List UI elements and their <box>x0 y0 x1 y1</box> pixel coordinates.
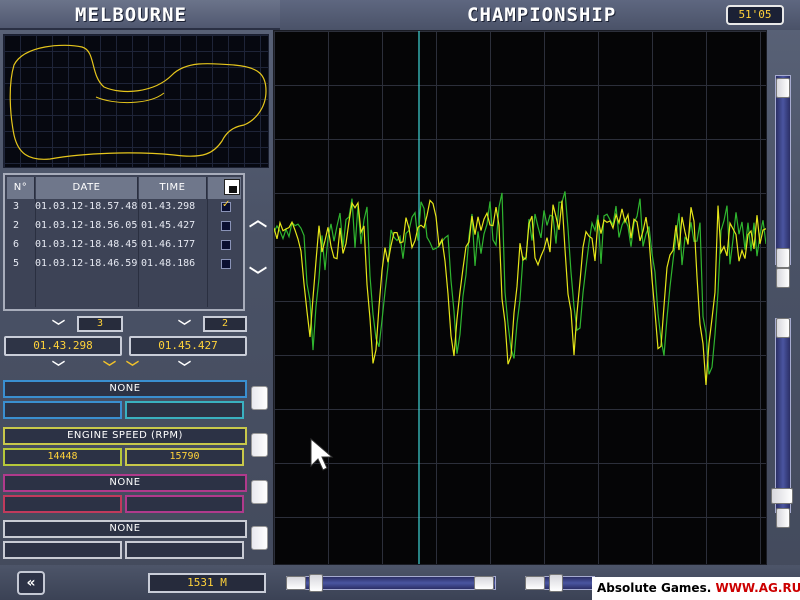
channel-2-min: 14448 <box>3 448 122 466</box>
mode-title: CHAMPIONSHIP <box>467 4 617 26</box>
col-number: N° <box>7 177 35 199</box>
channel-2-button[interactable] <box>251 433 268 457</box>
chevron-down-icon[interactable]: ﹀ <box>249 262 267 288</box>
lap-table: N° DATE TIME 3 01.03.12-18.57.48 01.43.2… <box>3 173 245 311</box>
lap-row[interactable]: 5 01.03.12-18.46.59 01.48.186 <box>5 256 243 275</box>
vertical-scrollbar-bottom[interactable] <box>775 318 791 513</box>
scroll-knob[interactable] <box>525 576 545 590</box>
trace-lap-b <box>274 191 766 375</box>
scroll-knob[interactable] <box>776 508 790 528</box>
lap-checkbox[interactable] <box>221 240 231 250</box>
lap-date: 01.03.12-18.56.05 <box>35 220 138 231</box>
telemetry-traces <box>274 31 766 564</box>
channel-1-max <box>125 401 244 419</box>
chevron-down-icon[interactable]: ﹀ <box>52 357 65 376</box>
scroll-knob[interactable] <box>474 576 494 590</box>
channel-1-button[interactable] <box>251 386 268 410</box>
channel-3-select[interactable]: NONE <box>3 474 247 492</box>
lap-b-time: 01.45.427 <box>129 336 247 356</box>
channel-3-min <box>3 495 122 513</box>
lap-number: 6 <box>13 239 20 250</box>
scroll-knob[interactable] <box>776 78 790 98</box>
channel-4-max <box>125 541 244 559</box>
channel-1-min <box>3 401 122 419</box>
track-outline <box>9 44 267 160</box>
chevron-down-icon[interactable]: ﹀ <box>178 357 191 376</box>
scroll-knob[interactable] <box>286 576 306 590</box>
scroll-knob[interactable] <box>776 248 790 268</box>
scroll-knob[interactable] <box>776 318 790 338</box>
lap-b-select[interactable]: 2 <box>203 316 247 332</box>
col-date: DATE <box>36 177 138 199</box>
lap-checkbox[interactable] <box>221 259 231 269</box>
lap-number: 5 <box>13 258 20 269</box>
channel-1-select[interactable]: NONE <box>3 380 247 398</box>
scroll-knob[interactable] <box>549 574 563 592</box>
channel-3-button[interactable] <box>251 480 268 504</box>
lap-time: 01.46.177 <box>141 239 196 250</box>
lap-time: 01.45.427 <box>141 220 196 231</box>
lap-date: 01.03.12-18.57.48 <box>35 201 138 212</box>
vertical-scrollbar-top[interactable] <box>775 75 791 265</box>
watermark-url: WWW.AG.RU <box>715 581 800 595</box>
lap-checkbox[interactable] <box>221 221 231 231</box>
scroll-knob[interactable] <box>309 574 323 592</box>
lap-row[interactable]: 3 01.03.12-18.57.48 01.43.298 <box>5 199 243 218</box>
chevron-up-icon[interactable]: ︿ <box>249 206 267 232</box>
track-name: MELBOURNE <box>75 4 187 26</box>
lap-date: 01.03.12-18.46.59 <box>35 258 138 269</box>
lap-time: 01.43.298 <box>141 201 196 212</box>
telemetry-graph[interactable] <box>273 30 767 565</box>
lap-a-dropdown-icon[interactable]: ﹀ <box>52 316 65 335</box>
channel-4-min <box>3 541 122 559</box>
lap-date: 01.03.12-18.48.45 <box>35 239 138 250</box>
lap-number: 2 <box>13 220 20 231</box>
lap-number: 3 <box>13 201 20 212</box>
lap-row[interactable]: 6 01.03.12-18.48.45 01.46.177 <box>5 237 243 256</box>
distance-readout: 1531 M <box>148 573 266 593</box>
session-timer: 51'05 <box>726 5 784 25</box>
lap-row[interactable]: 2 01.03.12-18.56.05 01.45.427 <box>5 218 243 237</box>
col-time: TIME <box>139 177 207 199</box>
double-chevron-left-icon[interactable]: « <box>17 571 45 595</box>
mouse-cursor-icon <box>310 438 334 471</box>
scroll-knob[interactable] <box>771 488 793 504</box>
lap-a-select[interactable]: 3 <box>77 316 123 332</box>
chevron-down-icon[interactable]: ﹀ <box>103 357 116 376</box>
lap-b-dropdown-icon[interactable]: ﹀ <box>178 316 191 335</box>
floppy-disk-icon[interactable] <box>224 179 240 195</box>
chevron-down-icon[interactable]: ﹀ <box>126 357 139 376</box>
lap-checkbox[interactable] <box>221 199 231 212</box>
track-map <box>3 34 269 168</box>
channel-4-button[interactable] <box>251 526 268 550</box>
watermark: Absolute Games. WWW.AG.RU <box>592 577 800 600</box>
scroll-knob[interactable] <box>776 268 790 288</box>
channel-2-max: 15790 <box>125 448 244 466</box>
channel-4-select[interactable]: NONE <box>3 520 247 538</box>
channel-2-select[interactable]: ENGINE SPEED (RPM) <box>3 427 247 445</box>
lap-a-time: 01.43.298 <box>4 336 122 356</box>
watermark-prefix: Absolute Games. <box>597 581 716 595</box>
lap-time: 01.48.186 <box>141 258 196 269</box>
channel-3-max <box>125 495 244 513</box>
